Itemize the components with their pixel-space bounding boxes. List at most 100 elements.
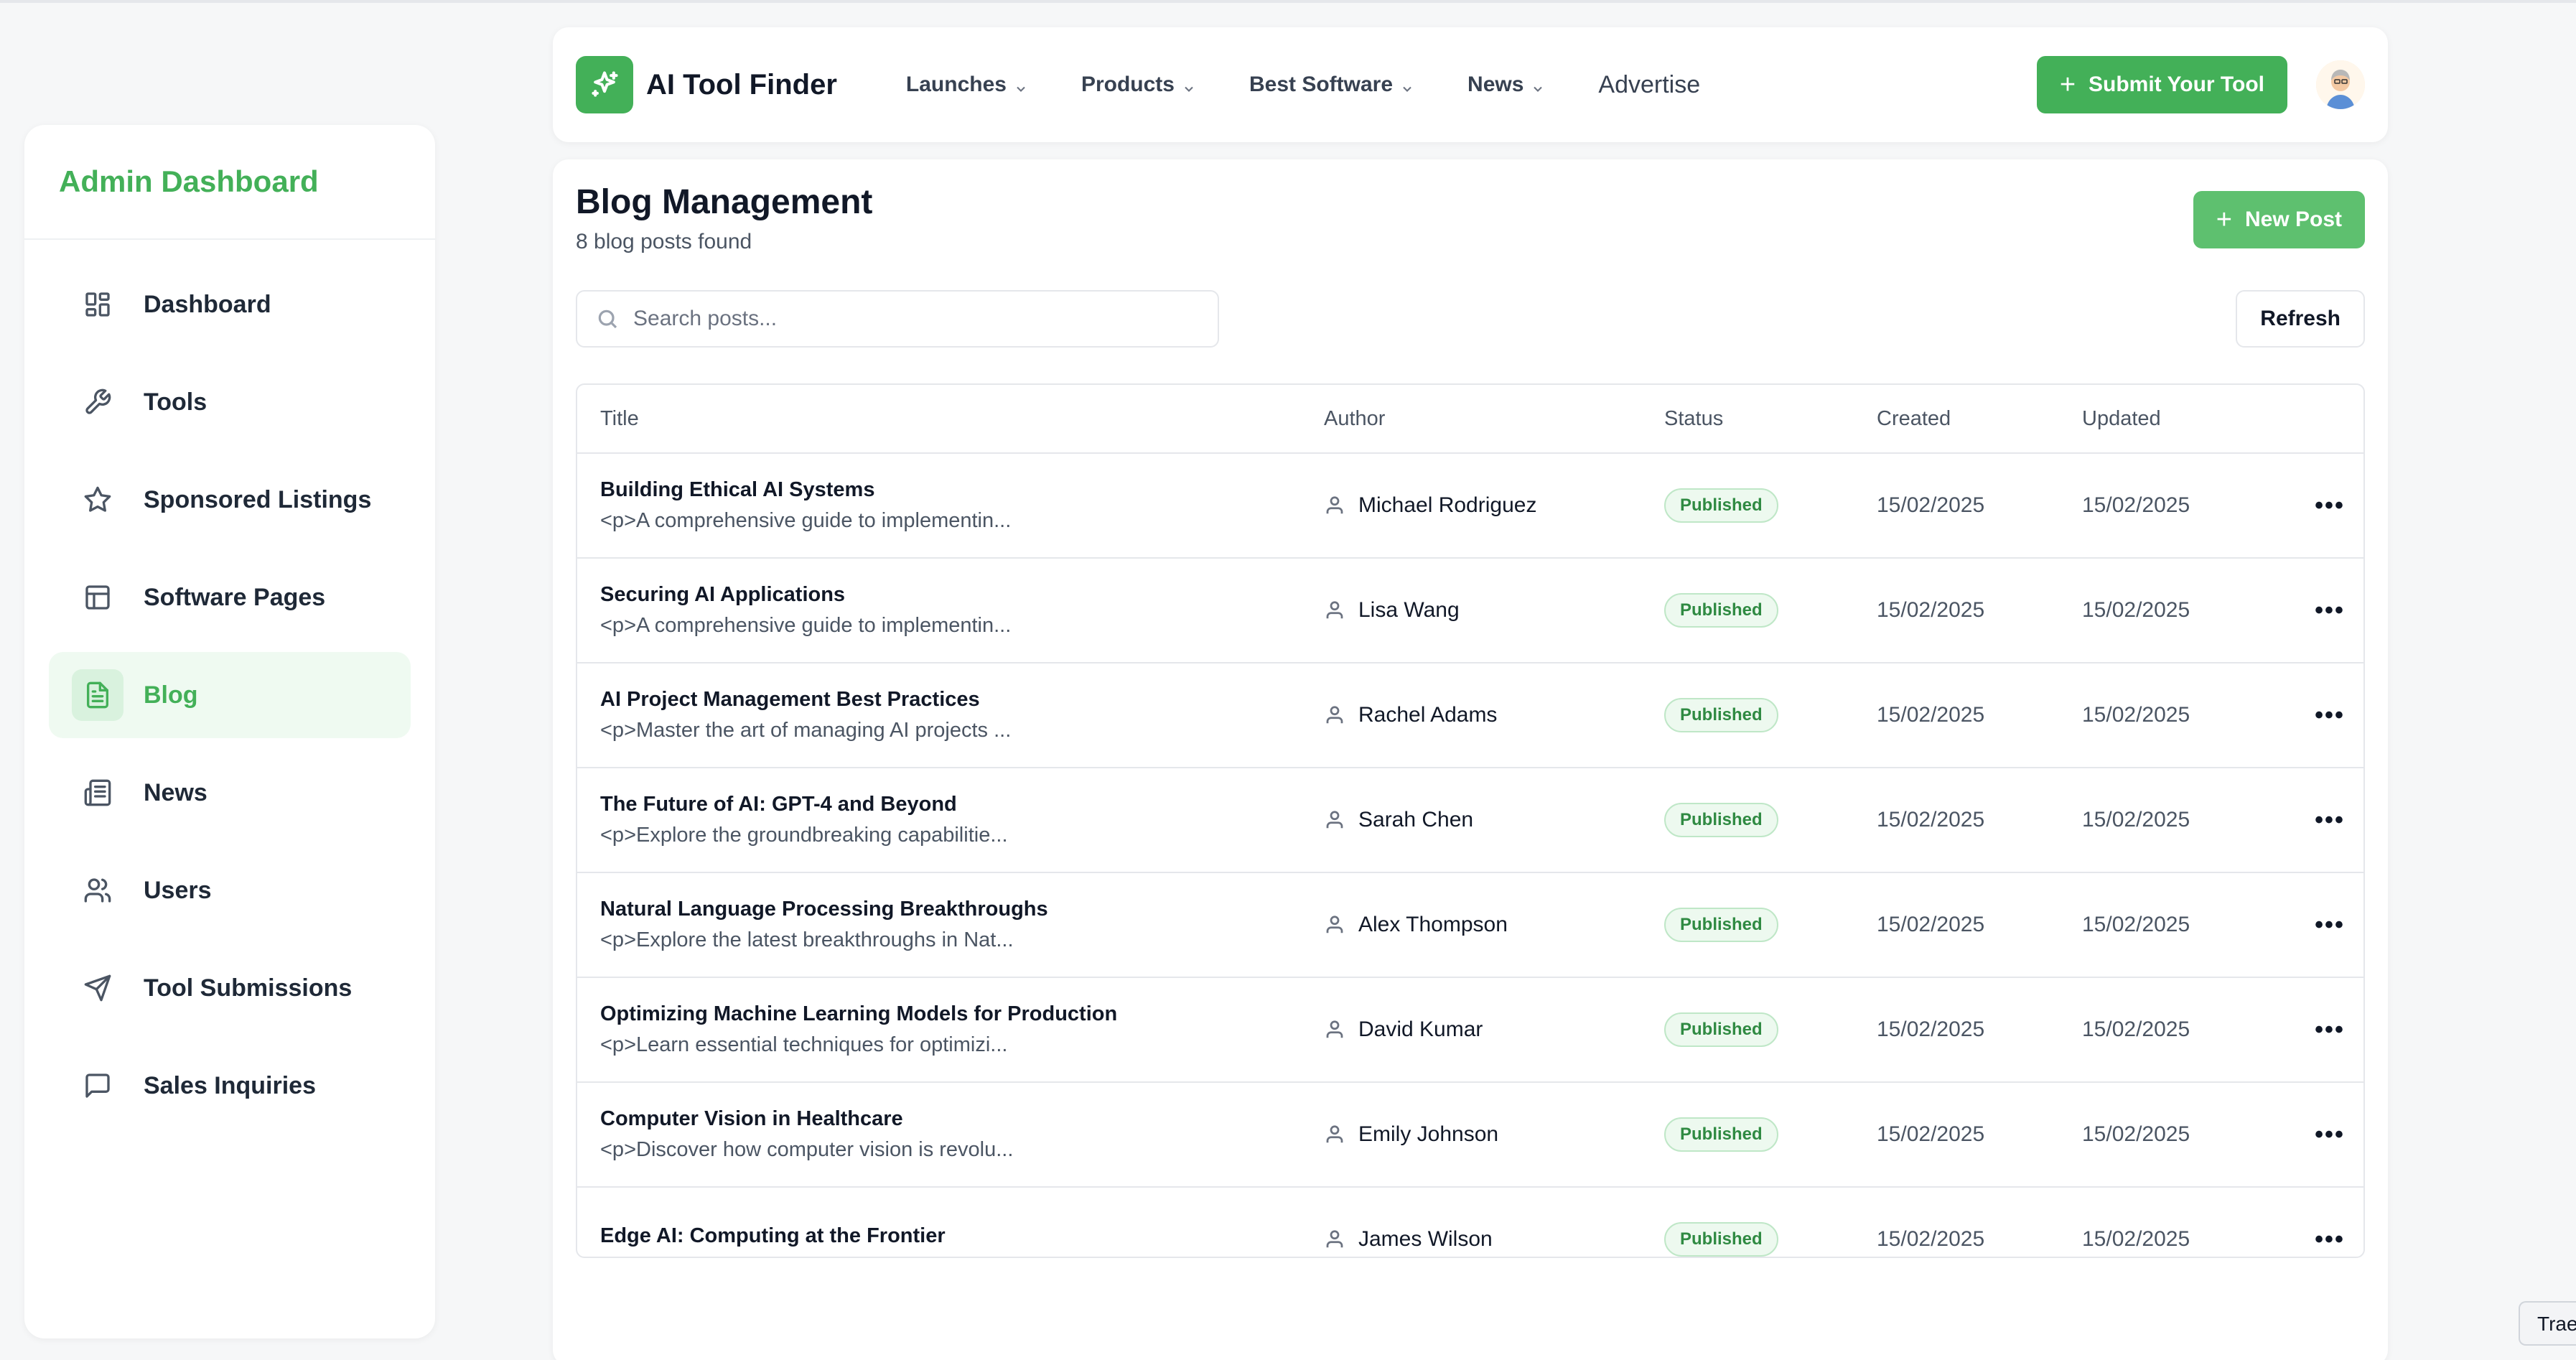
post-title-cell: Edge AI: Computing at the Frontier: [577, 1224, 1324, 1255]
column-author[interactable]: Author: [1324, 407, 1664, 431]
sidebar-item-users[interactable]: Users: [49, 847, 411, 933]
menu-best-software[interactable]: Best Software: [1249, 73, 1414, 97]
sidebar-item-label: Users: [144, 876, 212, 904]
sidebar-item-blog[interactable]: Blog: [49, 652, 411, 738]
post-author: Lisa Wang: [1358, 598, 1460, 622]
more-options-icon[interactable]: •••: [2315, 598, 2345, 623]
sidebar-title: Admin Dashboard: [59, 164, 319, 198]
post-status-cell: Published: [1664, 1222, 1877, 1257]
sidebar-item-label: Tool Submissions: [144, 974, 353, 1002]
post-excerpt: <p>Learn essential techniques for optimi…: [600, 1033, 1008, 1056]
sidebar-item-sponsored-listings[interactable]: Sponsored Listings: [49, 457, 411, 543]
more-options-icon[interactable]: •••: [2315, 703, 2345, 727]
admin-sidebar: Admin Dashboard Dashboard Tools Sponsore…: [24, 125, 435, 1338]
sidebar-item-tools[interactable]: Tools: [49, 359, 411, 445]
post-status-cell: Published: [1664, 1012, 1877, 1047]
more-options-icon[interactable]: •••: [2315, 913, 2345, 937]
sidebar-item-sales-inquiries[interactable]: Sales Inquiries: [49, 1043, 411, 1129]
post-author: Emily Johnson: [1358, 1122, 1499, 1146]
trae-tray-tab[interactable]: Trae: [2519, 1301, 2576, 1346]
status-badge: Published: [1664, 593, 1778, 628]
submit-tool-button[interactable]: + Submit Your Tool: [2036, 56, 2287, 113]
sidebar-item-news[interactable]: News: [49, 750, 411, 836]
menu-launches[interactable]: Launches: [906, 73, 1028, 97]
sidebar-item-label: Blog: [144, 681, 198, 709]
post-created: 15/02/2025: [1877, 808, 1985, 832]
post-excerpt: <p>A comprehensive guide to implementin.…: [600, 509, 1012, 532]
post-status-cell: Published: [1664, 698, 1877, 732]
table-row[interactable]: Edge AI: Computing at the Frontier James …: [577, 1188, 2363, 1257]
more-options-icon[interactable]: •••: [2315, 1122, 2345, 1147]
post-author-cell: David Kumar: [1324, 1017, 1664, 1042]
submit-tool-label: Submit Your Tool: [2089, 73, 2264, 96]
row-actions: •••: [2297, 913, 2362, 937]
search-icon: [598, 309, 617, 329]
status-badge: Published: [1664, 1012, 1778, 1047]
user-icon: [1324, 1229, 1358, 1250]
table-row[interactable]: AI Project Management Best Practices <p>M…: [577, 663, 2363, 768]
star-icon: [72, 474, 123, 526]
table-row[interactable]: The Future of AI: GPT-4 and Beyond <p>Exp…: [577, 768, 2363, 873]
menu-label: News: [1467, 73, 1524, 96]
table-row[interactable]: Building Ethical AI Systems <p>A comprehe…: [577, 454, 2363, 559]
row-actions: •••: [2297, 493, 2362, 518]
post-title[interactable]: AI Project Management Best Practices: [600, 688, 1324, 712]
table-row[interactable]: Securing AI Applications <p>A comprehensi…: [577, 559, 2363, 663]
more-options-icon[interactable]: •••: [2315, 493, 2345, 518]
post-updated: 15/02/2025: [2082, 913, 2190, 936]
row-actions: •••: [2297, 1227, 2362, 1252]
column-status[interactable]: Status: [1664, 407, 1877, 431]
brand-name[interactable]: AI Tool Finder: [646, 69, 837, 101]
window-top-border: [0, 0, 2576, 3]
post-excerpt: <p>Discover how computer vision is revol…: [600, 1138, 1014, 1161]
post-created: 15/02/2025: [1877, 703, 1985, 727]
post-excerpt: <p>Explore the groundbreaking capabiliti…: [600, 824, 1008, 847]
post-author-cell: Rachel Adams: [1324, 703, 1664, 727]
avatar[interactable]: [2316, 60, 2365, 109]
post-title[interactable]: Building Ethical AI Systems: [600, 478, 1324, 502]
menu-news[interactable]: News: [1467, 73, 1545, 97]
sidebar-item-tool-submissions[interactable]: Tool Submissions: [49, 945, 411, 1031]
more-options-icon[interactable]: •••: [2315, 1227, 2345, 1252]
plus-icon: +: [2059, 69, 2076, 100]
post-status-cell: Published: [1664, 908, 1877, 942]
layout-icon: [72, 572, 123, 623]
post-updated: 15/02/2025: [2082, 493, 2190, 517]
more-options-icon[interactable]: •••: [2315, 808, 2345, 832]
post-title[interactable]: Optimizing Machine Learning Models for P…: [600, 1002, 1324, 1026]
post-title[interactable]: Computer Vision in Healthcare: [600, 1107, 1324, 1131]
status-badge: Published: [1664, 908, 1778, 942]
sidebar-item-label: Dashboard: [144, 290, 271, 318]
column-updated[interactable]: Updated: [2082, 407, 2297, 431]
status-badge: Published: [1664, 803, 1778, 837]
sidebar-item-dashboard[interactable]: Dashboard: [49, 261, 411, 348]
post-title[interactable]: Natural Language Processing Breakthrough…: [600, 898, 1324, 921]
post-excerpt: <p>A comprehensive guide to implementin.…: [600, 614, 1012, 637]
column-title[interactable]: Title: [577, 407, 1324, 431]
post-title[interactable]: Securing AI Applications: [600, 583, 1324, 607]
column-created[interactable]: Created: [1877, 407, 2082, 431]
post-title-cell: Securing AI Applications <p>A comprehensi…: [577, 583, 1324, 638]
sidebar-item-software-pages[interactable]: Software Pages: [49, 554, 411, 641]
post-created: 15/02/2025: [1877, 913, 1985, 936]
post-title-cell: Computer Vision in Healthcare <p>Discover…: [577, 1107, 1324, 1162]
search-input[interactable]: [633, 307, 1179, 331]
top-navigation: AI Tool Finder Launches Products Best So…: [553, 27, 2388, 142]
refresh-button[interactable]: Refresh: [2236, 290, 2365, 348]
table-row[interactable]: Natural Language Processing Breakthrough…: [577, 873, 2363, 978]
new-post-button[interactable]: + New Post: [2193, 191, 2365, 248]
sparkles-logo-icon[interactable]: [576, 56, 633, 113]
menu-advertise[interactable]: Advertise: [1598, 71, 1700, 99]
row-actions: •••: [2297, 1017, 2362, 1042]
status-badge: Published: [1664, 1117, 1778, 1152]
menu-products[interactable]: Products: [1081, 73, 1196, 97]
table-row[interactable]: Computer Vision in Healthcare <p>Discover…: [577, 1083, 2363, 1188]
status-badge: Published: [1664, 1222, 1778, 1257]
post-author-cell: Emily Johnson: [1324, 1122, 1664, 1147]
post-title[interactable]: Edge AI: Computing at the Frontier: [600, 1224, 1324, 1248]
more-options-icon[interactable]: •••: [2315, 1017, 2345, 1042]
status-badge: Published: [1664, 698, 1778, 732]
table-row[interactable]: Optimizing Machine Learning Models for P…: [577, 978, 2363, 1083]
post-title[interactable]: The Future of AI: GPT-4 and Beyond: [600, 793, 1324, 816]
sidebar-item-label: Software Pages: [144, 583, 326, 611]
